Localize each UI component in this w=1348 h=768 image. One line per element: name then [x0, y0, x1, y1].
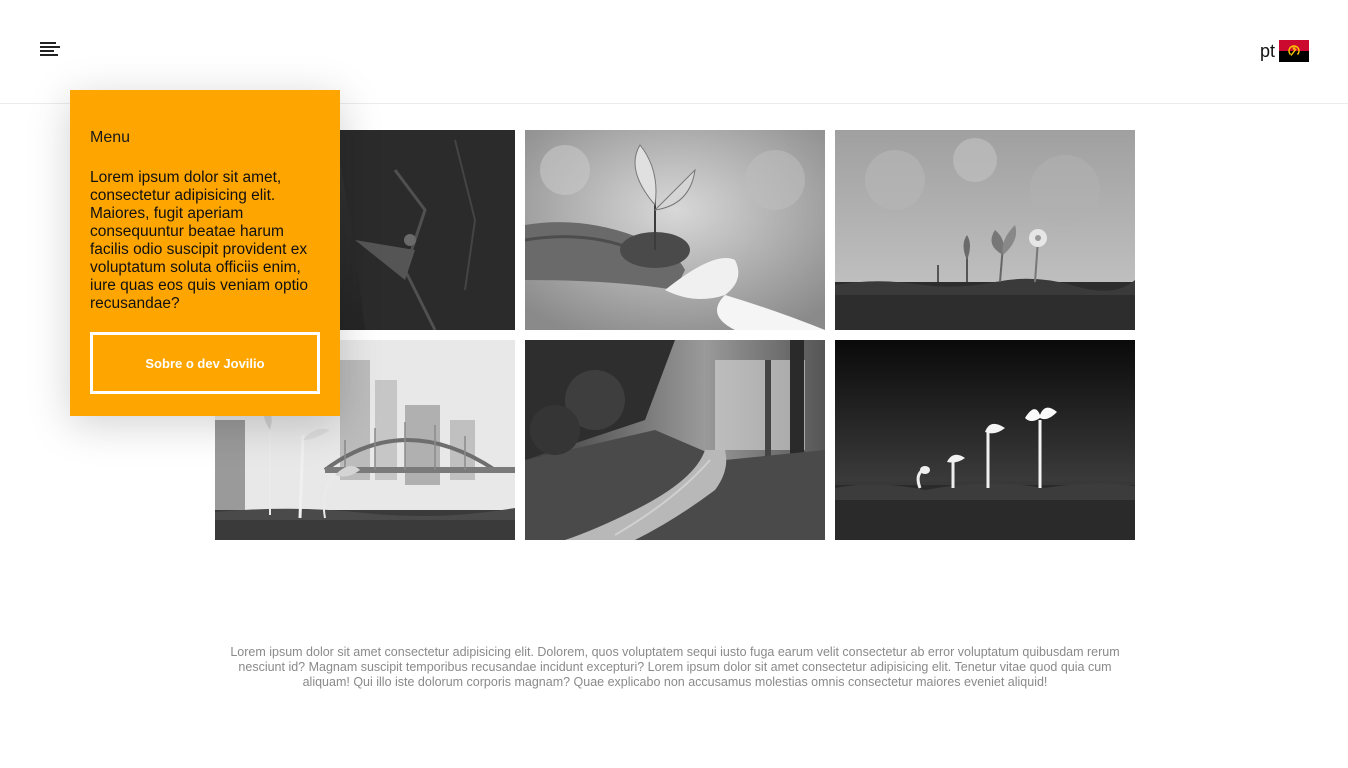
- angola-flag-icon: [1279, 40, 1309, 62]
- language-selector[interactable]: pt: [1260, 40, 1309, 62]
- top-header: pt: [0, 0, 1348, 104]
- gallery-image-germination-stages[interactable]: [835, 340, 1135, 540]
- footer-text: Lorem ipsum dolor sit amet consectetur a…: [230, 645, 1120, 689]
- menu-panel: Menu Lorem ipsum dolor sit amet, consect…: [70, 90, 340, 416]
- hamburger-menu-icon[interactable]: [40, 42, 60, 56]
- about-developer-button[interactable]: Sobre o dev Jovilio: [90, 332, 320, 394]
- gallery-image-hands-seedling[interactable]: [525, 130, 825, 330]
- language-code: pt: [1259, 41, 1275, 61]
- image-gallery: [215, 130, 1135, 540]
- gallery-image-sprouts-flower[interactable]: [835, 130, 1135, 330]
- gallery-image-forest-path[interactable]: [525, 340, 825, 540]
- menu-title: Menu: [90, 129, 131, 146]
- menu-description: Lorem ipsum dolor sit amet, consectetur …: [90, 169, 308, 312]
